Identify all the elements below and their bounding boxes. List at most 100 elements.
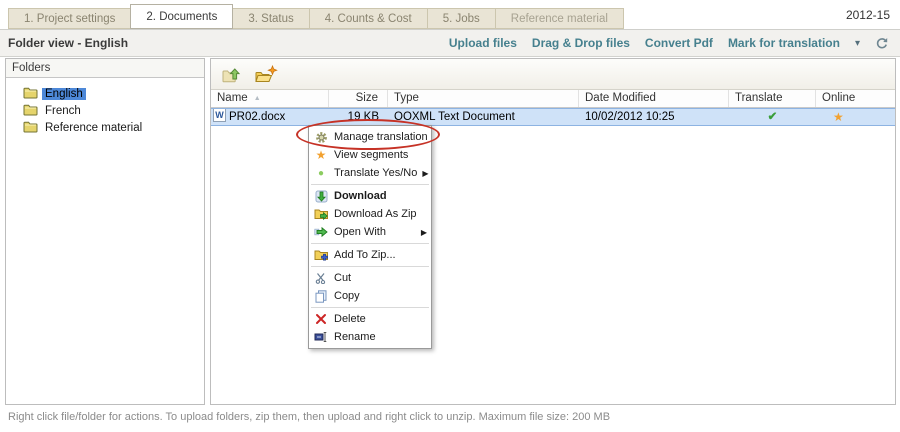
action-links: Upload files Drag & Drop files Convert P… <box>449 36 900 50</box>
svg-text:W: W <box>215 110 224 120</box>
gear-icon <box>313 131 329 144</box>
scissors-icon <box>313 272 329 284</box>
drag-drop-files-link[interactable]: Drag & Drop files <box>532 36 630 50</box>
upload-folder-icon[interactable] <box>220 65 242 84</box>
sort-ascending-icon: ▲ <box>254 95 261 102</box>
tab-bar: 1. Project settings 2. Documents 3. Stat… <box>0 0 900 29</box>
folders-panel-title: Folders <box>6 59 204 78</box>
submenu-arrow-icon: ▶ <box>422 169 428 178</box>
tab-status[interactable]: 3. Status <box>232 8 309 29</box>
column-header-date-modified[interactable]: Date Modified <box>579 90 729 107</box>
folder-icon <box>23 103 38 119</box>
chevron-down-icon[interactable]: ▾ <box>855 38 860 49</box>
tab-project-settings[interactable]: 1. Project settings <box>8 8 131 29</box>
menu-item-delete[interactable]: Delete <box>309 310 431 328</box>
menu-item-label: Delete <box>334 313 366 325</box>
table-header: Name▲ Size Type Date Modified Translate … <box>211 90 895 108</box>
upload-files-link[interactable]: Upload files <box>449 36 517 50</box>
menu-item-label: Download <box>334 190 387 202</box>
column-header-translate[interactable]: Translate <box>729 90 816 107</box>
folder-item-french[interactable]: French <box>23 102 204 119</box>
menu-separator <box>311 184 429 185</box>
menu-item-label: View segments <box>334 149 408 161</box>
column-label: Type <box>394 92 419 104</box>
menu-item-label: Copy <box>334 290 360 302</box>
folder-view-title: Folder view - English <box>0 36 128 50</box>
open-with-icon <box>313 226 329 238</box>
tab-jobs[interactable]: 5. Jobs <box>427 8 496 29</box>
tab-label: Reference material <box>511 13 608 25</box>
column-header-type[interactable]: Type <box>388 90 579 107</box>
column-label: Name <box>217 92 248 104</box>
folder-icon <box>23 120 38 136</box>
menu-separator <box>311 266 429 267</box>
folder-icon <box>23 86 38 102</box>
menu-item-download[interactable]: Download <box>309 187 431 205</box>
app-window: 1. Project settings 2. Documents 3. Stat… <box>0 0 900 432</box>
download-icon <box>313 190 329 203</box>
column-label: Size <box>356 92 378 104</box>
table-row[interactable]: W PR02.docx 19 KB OOXML Text Document 10… <box>211 108 895 126</box>
menu-separator <box>311 243 429 244</box>
new-folder-icon[interactable] <box>254 65 278 84</box>
refresh-icon[interactable] <box>875 37 888 50</box>
tab-documents[interactable]: 2. Documents <box>130 4 233 29</box>
word-document-icon: W <box>213 109 226 125</box>
tab-reference-material[interactable]: Reference material <box>495 8 624 29</box>
tab-counts-cost[interactable]: 4. Counts & Cost <box>309 8 428 29</box>
zip-add-icon <box>313 248 329 262</box>
menu-item-download-as-zip[interactable]: Download As Zip <box>309 205 431 223</box>
column-header-online[interactable]: Online <box>816 90 895 107</box>
menu-item-label: Rename <box>334 331 376 343</box>
menu-item-label: Add To Zip... <box>334 249 396 261</box>
file-toolbar <box>211 59 895 90</box>
menu-item-cut[interactable]: Cut <box>309 269 431 287</box>
action-bar: Folder view - English Upload files Drag … <box>0 29 900 57</box>
folder-item-reference-material[interactable]: Reference material <box>23 119 204 136</box>
folder-label: Reference material <box>42 122 145 134</box>
folder-label: French <box>42 105 84 117</box>
file-type-cell: OOXML Text Document <box>388 109 579 125</box>
online-star-icon[interactable]: ★ <box>816 109 895 125</box>
menu-item-translate-yes-no[interactable]: ● Translate Yes/No ▶ <box>309 164 431 182</box>
context-menu: Manage translation ★ View segments ● Tra… <box>308 125 432 349</box>
file-name: PR02.docx <box>229 109 285 125</box>
column-header-size[interactable]: Size <box>329 90 388 107</box>
tab-label: 4. Counts & Cost <box>325 13 412 25</box>
convert-pdf-link[interactable]: Convert Pdf <box>645 36 713 50</box>
mark-for-translation-link[interactable]: Mark for translation <box>728 36 840 50</box>
menu-item-open-with[interactable]: Open With ▶ <box>309 223 431 241</box>
menu-item-add-to-zip[interactable]: Add To Zip... <box>309 246 431 264</box>
tab-label: 2. Documents <box>146 11 217 23</box>
column-label: Date Modified <box>585 92 656 104</box>
tab-label: 1. Project settings <box>24 13 115 25</box>
submenu-arrow-icon: ▶ <box>421 228 427 237</box>
tab-label: 5. Jobs <box>443 13 480 25</box>
translate-check-icon[interactable]: ✔ <box>729 109 816 125</box>
project-code: 2012-15 <box>846 8 890 22</box>
menu-item-label: Translate Yes/No <box>334 167 417 179</box>
delete-icon <box>313 313 329 325</box>
menu-item-rename[interactable]: Rename <box>309 328 431 346</box>
menu-item-label: Download As Zip <box>334 208 417 220</box>
menu-item-manage-translation[interactable]: Manage translation <box>309 128 431 146</box>
menu-item-label: Open With <box>334 226 386 238</box>
column-header-name[interactable]: Name ▲ <box>211 90 329 107</box>
copy-icon <box>313 290 329 303</box>
file-size-cell: 19 KB <box>329 109 388 125</box>
folder-tree: English French Reference <box>6 78 204 136</box>
menu-item-view-segments[interactable]: ★ View segments <box>309 146 431 164</box>
status-bar-text: Right click file/folder for actions. To … <box>8 411 610 423</box>
folder-label: English <box>42 88 86 100</box>
folder-item-english[interactable]: English <box>23 85 204 102</box>
file-name-cell: W PR02.docx <box>211 109 329 125</box>
menu-item-label: Cut <box>334 272 351 284</box>
column-label: Online <box>822 92 855 104</box>
menu-item-copy[interactable]: Copy <box>309 287 431 305</box>
menu-separator <box>311 307 429 308</box>
zip-download-icon <box>313 207 329 221</box>
folders-panel: Folders English French <box>5 58 205 405</box>
menu-item-label: Manage translation <box>334 131 428 143</box>
rename-icon <box>313 331 329 343</box>
star-icon: ★ <box>313 148 329 162</box>
